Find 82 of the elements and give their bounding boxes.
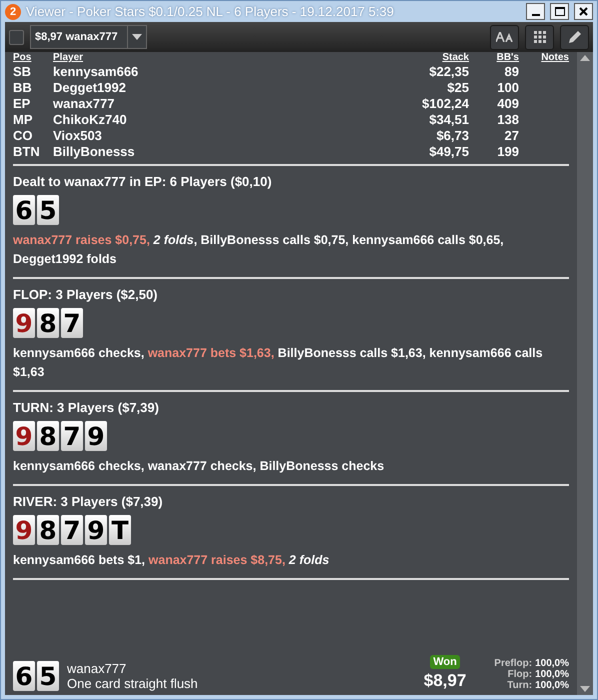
table-cell-text: EP (13, 96, 32, 111)
table-cell-text: kennysam666 (53, 64, 140, 79)
app-badge: 2 (5, 4, 21, 20)
playing-card: 9 (13, 515, 35, 545)
scroll-down-icon (580, 686, 590, 692)
playing-card: 9 (13, 308, 35, 338)
playing-card: 6 (13, 195, 35, 225)
equity-label: Turn: (506, 680, 532, 691)
playing-card: T (109, 515, 131, 545)
playing-card: 7 (61, 515, 83, 545)
table-cell-text: MP (13, 112, 34, 127)
font-size-icon (496, 32, 514, 42)
table-cell-text: $102,24 (421, 96, 469, 111)
playing-card: 8 (37, 308, 59, 338)
table-cell-text: ChikoKz740 (53, 112, 128, 127)
street-header: TURN: 3 Players ($7,39) (13, 400, 160, 415)
playing-card: 7 (61, 421, 83, 451)
scroll-up-icon (580, 55, 590, 61)
table-cell-text: BillyBonesss (53, 144, 136, 159)
table-cell-text: 89 (504, 64, 519, 79)
playing-card: 9 (85, 515, 107, 545)
minimize-button[interactable] (526, 3, 545, 20)
result-badge: Won (430, 655, 460, 669)
caret-icon (132, 34, 142, 40)
action-line: wanax777 raises $0,75, 2 folds, BillyBonesss calls $0,75, kennysam666 calls $0,65, Degget1992 folds (13, 232, 505, 268)
close-button[interactable] (574, 3, 593, 20)
grid-button[interactable] (525, 24, 554, 50)
window-title: Viewer - Poker Stars $0.1/0.25 NL - 6 Players - 19.12.2017 5:39 (26, 4, 395, 19)
street-header: Dealt to wanax777 in EP: 6 Players ($0,10) (13, 174, 273, 189)
playing-card: 9 (13, 421, 35, 451)
font-size-button[interactable] (490, 24, 519, 50)
action-line: kennysam666 bets $1, wanax777 raises $8,75, 2 folds (13, 552, 330, 569)
action-line: kennysam666 checks, wanax777 checks, BillyBonesss checks (13, 458, 386, 475)
maximize-button[interactable] (550, 3, 569, 20)
column-header: Pos (13, 52, 32, 63)
table-cell-text: 100 (496, 80, 519, 95)
minimize-icon (532, 14, 540, 16)
table-cell-text: BTN (13, 144, 41, 159)
table-cell-text: $22,35 (428, 64, 469, 79)
table-cell-text: Degget1992 (53, 80, 127, 95)
table-cell-text: $34,51 (428, 112, 469, 127)
table-cell-text: BB (13, 80, 33, 95)
street-header: FLOP: 3 Players ($2,50) (13, 287, 159, 302)
equity-value: 100,0% (535, 669, 569, 680)
playing-card: 7 (61, 308, 83, 338)
playing-card: 5 (37, 661, 59, 691)
table-cell-text: 199 (496, 144, 519, 159)
playing-card: 8 (37, 515, 59, 545)
edit-button[interactable] (560, 24, 589, 50)
column-header: Stack (441, 52, 469, 63)
action-line: kennysam666 checks, wanax777 bets $1,63, BillyBonesss calls $1,63, kennysam666 calls $1,63 (13, 345, 544, 381)
won-amount: $8,97 (424, 671, 466, 691)
table-cell-text: 27 (504, 128, 519, 143)
equity-value: 100,0% (535, 680, 569, 691)
checkbox[interactable] (9, 30, 24, 44)
table-cell-text: wanax777 (53, 96, 116, 111)
grid-icon (534, 31, 546, 43)
close-icon (579, 7, 588, 16)
hand-dropdown[interactable]: $8,97 wanax777 (30, 25, 147, 49)
table-cell-text: $6,73 (435, 128, 469, 143)
street-header: RIVER: 3 Players ($7,39) (13, 494, 164, 509)
table-cell-text: $49,75 (428, 144, 469, 159)
column-header: BB's (496, 52, 519, 63)
playing-card: 6 (13, 661, 35, 691)
table-cell-text: $25 (446, 80, 469, 95)
hand-description: One card straight flush (67, 676, 199, 691)
equity-value: 100,0% (535, 658, 569, 669)
column-header: Notes (540, 52, 569, 63)
pencil-icon (566, 29, 582, 45)
equity-label: Preflop: (494, 658, 532, 669)
table-cell-text: CO (13, 128, 34, 143)
winner-name: wanax777 (67, 661, 128, 676)
table-cell-text: 138 (496, 112, 519, 127)
column-header: Player (53, 52, 84, 63)
equity-label: Flop: (506, 669, 532, 680)
playing-card: 5 (37, 195, 59, 225)
table-cell-text: 409 (496, 96, 519, 111)
maximize-icon (554, 7, 564, 16)
playing-card: 9 (85, 421, 107, 451)
playing-card: 8 (37, 421, 59, 451)
table-cell-text: Viox503 (53, 128, 103, 143)
table-cell-text: SB (13, 64, 32, 79)
